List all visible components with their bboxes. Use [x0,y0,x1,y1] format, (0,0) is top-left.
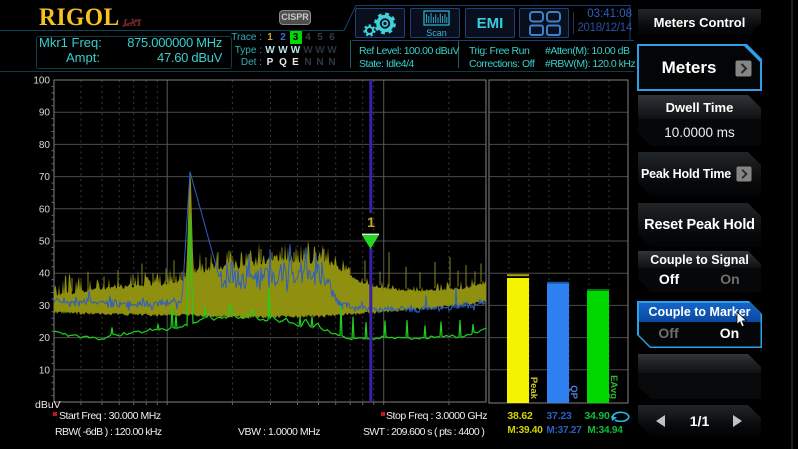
svg-text:70: 70 [39,172,51,183]
svg-text:Peak: Peak [528,377,539,400]
svg-text:100: 100 [33,76,50,87]
svg-text:30: 30 [39,301,51,312]
svg-text:10: 10 [39,365,51,376]
svg-text:50: 50 [39,237,51,248]
svg-text:80: 80 [39,140,51,151]
svg-text:40: 40 [39,269,51,280]
svg-text:EAvg: EAvg [608,375,619,399]
svg-text:90: 90 [39,108,51,119]
svg-text:20: 20 [39,333,51,344]
svg-text:1: 1 [367,214,375,230]
svg-text:60: 60 [39,204,51,215]
svg-text:QP: QP [568,385,579,399]
